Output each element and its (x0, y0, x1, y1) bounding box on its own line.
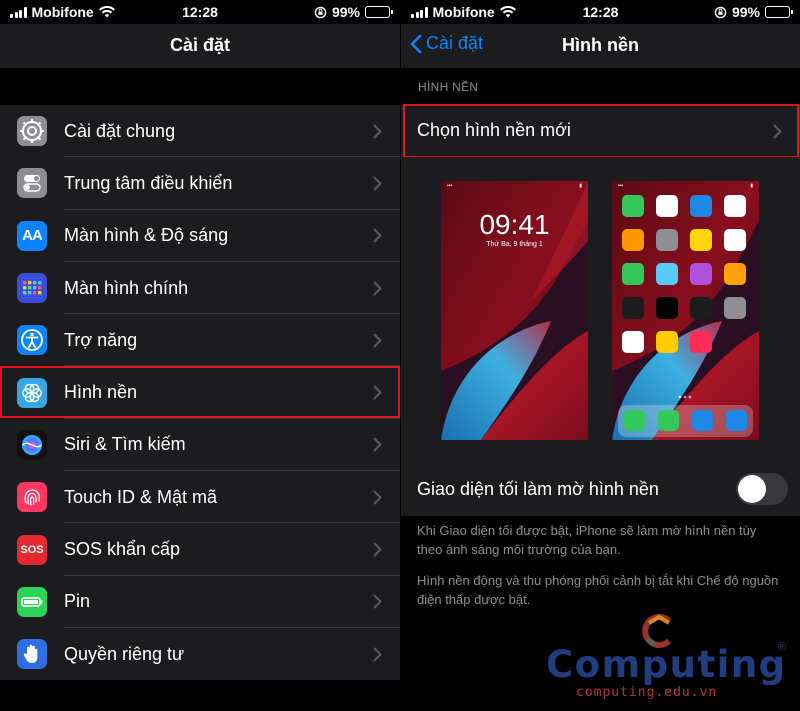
siri-icon (17, 429, 47, 460)
watermark: Computing ® computing.edu.vn (546, 613, 786, 705)
watermark-word: Computing (546, 643, 787, 686)
lock-screen-preview[interactable]: ••• ▮ 09:41 Thứ Ba, 9 tháng 1 (441, 181, 588, 440)
lock-preview-time: 09:41 (479, 209, 550, 240)
page-title: Cài đặt (169, 35, 230, 55)
settings-item-touch-id-mat-ma[interactable]: Touch ID & Mật mã (0, 471, 400, 524)
chevron-right-icon (373, 124, 382, 139)
dark-appearance-dims-wallpaper-row: Giao diện tối làm mờ hình nền (401, 460, 800, 516)
chevron-right-icon (373, 490, 382, 505)
lock-preview-date: Thứ Ba, 9 tháng 1 (486, 241, 543, 248)
settings-item-quyen-rieng-tu[interactable]: Quyền riêng tư (0, 628, 400, 680)
toggles-icon (17, 168, 47, 199)
accessibility-icon (17, 325, 47, 356)
settings-item-label: Cài đặt chung (64, 120, 176, 141)
settings-item-label: Pin (64, 591, 91, 612)
settings-item-sos-khan-cap[interactable]: SOS SOS khẩn cấp (0, 523, 400, 576)
settings-item-cai-dat-chung[interactable]: Cài đặt chung (0, 105, 400, 158)
text-size-icon: AA (17, 220, 47, 251)
home-grid-icon (17, 273, 47, 304)
settings-item-trung-tam-dieu-khien[interactable]: Trung tâm điều khiển (0, 157, 400, 210)
battery-icon (17, 586, 47, 617)
nav-bar: Cài đặt (0, 24, 400, 68)
wallpaper-screen: Mobifone 12:28 99% Cài đặt Hình nền HÌNH… (401, 0, 800, 711)
battery-icon (365, 6, 393, 18)
settings-item-label: Trợ năng (64, 329, 138, 350)
settings-item-label: Siri & Tìm kiếm (64, 434, 186, 455)
settings-item-label: Touch ID & Mật mã (64, 486, 218, 507)
settings-item-man-hinh-do-sang[interactable]: AA Màn hình & Độ sáng (0, 210, 400, 262)
chevron-right-icon (373, 333, 382, 348)
chevron-right-icon (373, 176, 382, 191)
settings-item-pin[interactable]: Pin (0, 576, 400, 628)
settings-item-tro-nang[interactable]: Trợ năng (0, 314, 400, 367)
battery-icon (765, 6, 793, 18)
status-bar: Mobifone 12:28 99% (0, 0, 400, 24)
home-screen-preview[interactable]: ••• ▮ (612, 181, 759, 440)
aa-text: AA (22, 227, 43, 245)
settings-screen: Mobifone 12:28 99% Cài đặt Cài đặt chung… (0, 0, 400, 711)
chevron-right-icon (373, 594, 382, 609)
orientation-lock-icon (314, 6, 327, 18)
chevron-right-icon (373, 228, 382, 243)
settings-item-label: Màn hình chính (64, 277, 189, 298)
chevron-right-icon (373, 542, 382, 557)
orientation-lock-icon (714, 6, 727, 18)
settings-item-label: Màn hình & Độ sáng (64, 225, 229, 246)
highlight-box (0, 366, 400, 418)
wallpaper-previews: ••• ▮ 09:41 Thứ Ba, 9 tháng 1 ••• ▮ (401, 157, 800, 460)
chevron-right-icon (373, 281, 382, 296)
toggle-label: Giao diện tối làm mờ hình nền (417, 479, 659, 499)
section-header: HÌNH NỀN (418, 80, 479, 94)
hand-icon (17, 639, 47, 670)
page-title: Hình nền (562, 35, 639, 55)
status-bar: Mobifone 12:28 99% (401, 0, 800, 24)
dim-wallpaper-toggle[interactable] (736, 473, 788, 505)
settings-item-siri-tim-kiem[interactable]: Siri & Tìm kiếm (0, 419, 400, 472)
settings-item-label: SOS khẩn cấp (64, 539, 181, 560)
footnote-low-power: Hình nền động và thu phóng phối cảnh bị … (417, 573, 779, 607)
watermark-url: computing.edu.vn (576, 685, 718, 700)
sos-text: SOS (20, 543, 44, 556)
highlight-box (403, 104, 799, 158)
registered-mark: ® (777, 641, 786, 653)
settings-item-label: Trung tâm điều khiển (64, 172, 233, 193)
battery-percent: 99% (331, 4, 360, 20)
gear-icon (17, 116, 47, 147)
footnote-dark-mode: Khi Giao diện tối được bật, iPhone sẽ là… (417, 523, 757, 557)
settings-item-label: Quyền riêng tư (64, 643, 185, 664)
fingerprint-icon (17, 482, 47, 513)
sos-icon: SOS (17, 534, 47, 565)
battery-percent: 99% (731, 4, 760, 20)
wallpaper-image (612, 181, 759, 440)
chevron-right-icon (373, 437, 382, 452)
settings-item-man-hinh-chinh[interactable]: Màn hình chính (0, 262, 400, 315)
nav-bar: Cài đặt Hình nền (401, 24, 800, 68)
chevron-right-icon (373, 647, 382, 662)
